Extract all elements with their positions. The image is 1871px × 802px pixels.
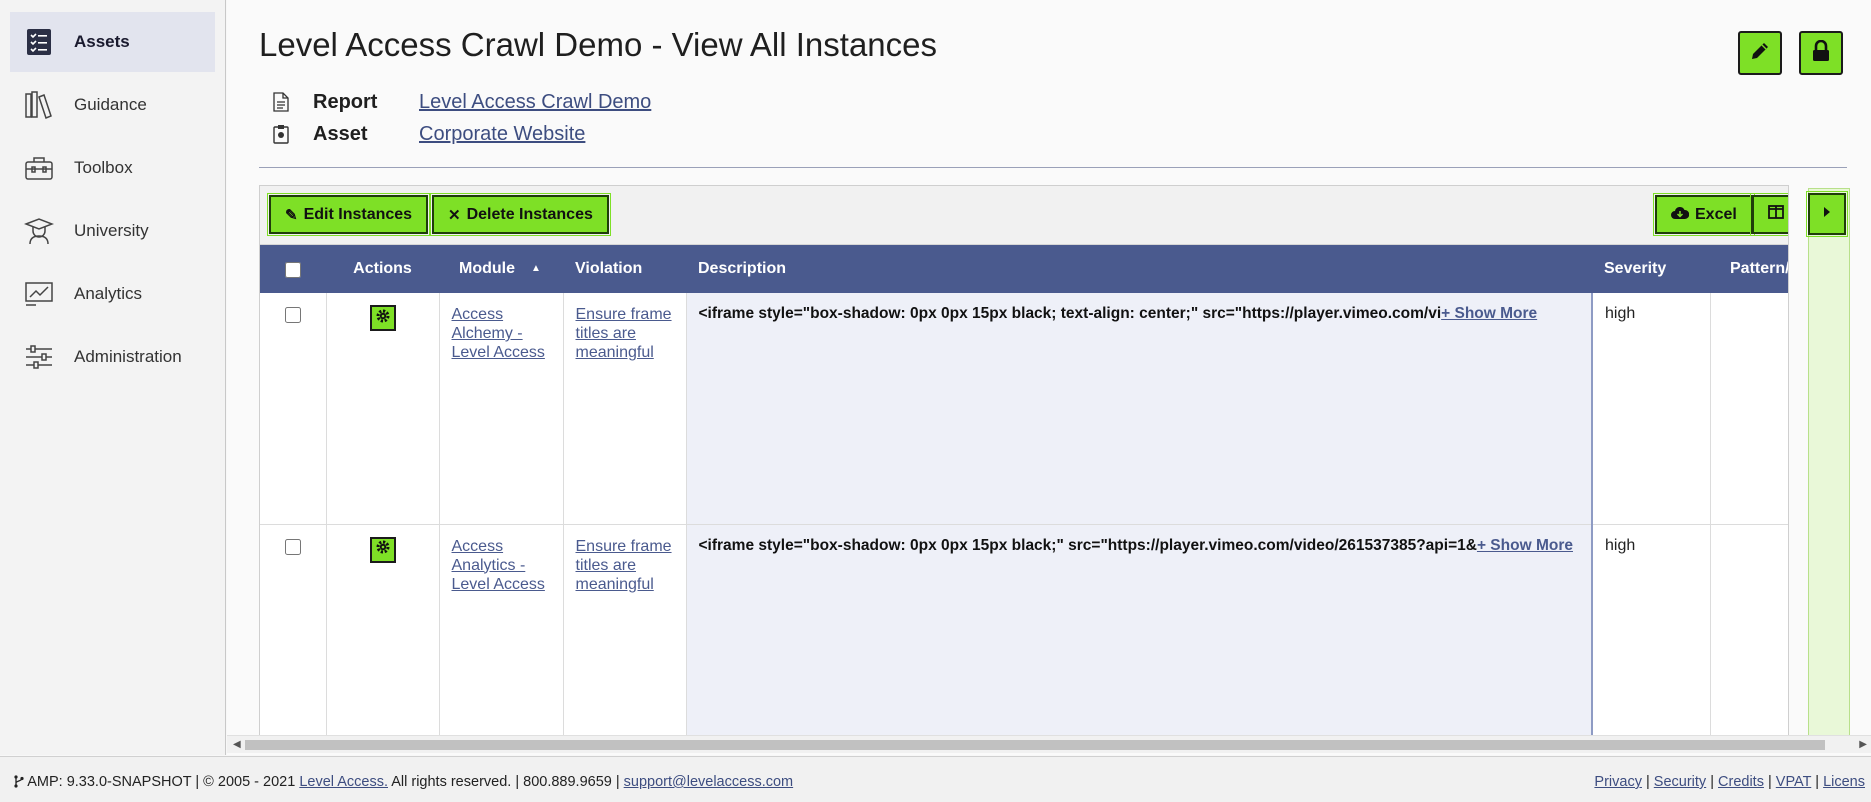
graduate-icon [24,216,54,246]
row-checkbox[interactable] [284,538,301,555]
edit-instances-button[interactable]: ✎ Edit Instances [266,193,431,236]
footer-link-privacy[interactable]: Privacy [1594,774,1642,790]
row-actions-button[interactable] [369,536,396,563]
column-header-description[interactable]: Description [686,245,1592,293]
sliders-icon [24,342,54,372]
columns-toggle-button[interactable] [1750,193,1788,236]
edit-report-button[interactable] [1738,31,1782,75]
module-link[interactable]: Access Alchemy - Level Access [452,306,545,361]
description-cell: <iframe style="box-shadow: 0px 0px 15px … [686,524,1593,739]
sidebar-item-university[interactable]: University [10,201,215,261]
sidebar-item-label: Analytics [74,284,143,303]
footer-version: AMP: 9.33.0-SNAPSHOT | © 2005 - 2021 [27,774,300,790]
footer: AMP: 9.33.0-SNAPSHOT | © 2005 - 2021 Lev… [0,756,1871,802]
sidebar-item-guidance[interactable]: Guidance [10,75,215,135]
footer-company-link[interactable]: Level Access. [299,774,388,790]
page-title: Level Access Crawl Demo - View All Insta… [259,26,937,63]
footer-link-vpat[interactable]: VPAT [1776,774,1811,790]
violation-link[interactable]: Ensure frame titles are meaningful [576,306,672,361]
sidebar-item-label: Assets [74,32,130,51]
table-row: Access Analytics - Level Access Ensure f… [260,524,1788,739]
row-actions-button[interactable] [369,305,396,331]
analytics-icon [24,279,54,309]
sidebar-item-administration[interactable]: Administration [10,327,215,387]
pattern-cell [1710,524,1788,739]
row-checkbox[interactable] [284,307,301,323]
pattern-cell [1710,293,1788,525]
sidebar-item-label: Administration [74,347,182,366]
module-link[interactable]: Access Analytics - Level Access [452,538,545,593]
column-header-severity[interactable]: Severity [1592,245,1710,293]
instances-table-panel: ✎ Edit Instances ✕ Delete Instances Exce… [259,185,1789,740]
severity-cell: high [1592,524,1711,739]
footer-left: AMP: 9.33.0-SNAPSHOT | © 2005 - 2021 Lev… [14,774,793,790]
branch-icon [14,774,27,790]
asset-label: Asset [313,122,368,145]
column-header-violation[interactable]: Violation [563,245,686,293]
scroll-right-icon[interactable]: ▶ [1859,739,1867,750]
footer-link-license[interactable]: Licens [1823,774,1865,790]
sidebar: Assets Guidance Toolbox University Analy… [0,0,226,755]
table-row: Access Alchemy - Level Access Ensure fra… [260,293,1788,525]
footer-links: Privacy | Security | Credits | VPAT | Li… [1594,774,1865,790]
sidebar-item-analytics[interactable]: Analytics [10,264,215,324]
lock-icon [1811,39,1831,67]
footer-rights: All rights reserved. | 800.889.9659 | [388,774,624,790]
columns-icon [1768,205,1784,224]
side-panel-strip [1808,188,1850,736]
footer-email-link[interactable]: support@levelaccess.com [624,774,793,790]
severity-cell: high [1592,293,1711,525]
gear-icon [375,308,391,329]
close-icon: ✕ [448,206,461,224]
show-more-link[interactable]: + Show More [1441,305,1537,322]
footer-link-security[interactable]: Security [1654,774,1706,790]
sidebar-item-label: Toolbox [74,158,133,177]
sidebar-item-toolbox[interactable]: Toolbox [10,138,215,198]
scrollbar-thumb[interactable] [245,740,1825,750]
show-more-link[interactable]: + Show More [1477,537,1573,554]
sidebar-item-label: University [74,221,149,240]
select-all-cell [260,245,326,293]
column-header-pattern[interactable]: Pattern/( [1710,245,1788,293]
document-icon [273,91,291,113]
asset-link[interactable]: Corporate Website [419,123,585,146]
checklist-icon [24,27,54,57]
column-header-actions: Actions [353,260,412,277]
column-header-module[interactable]: Module ▲ [439,245,563,293]
delete-instances-button[interactable]: ✕ Delete Instances [430,193,611,236]
report-meta: Report Level Access Crawl Demo Asset Cor… [273,86,651,150]
horizontal-scrollbar[interactable]: ◀ ▶ [227,735,1871,753]
cloud-download-icon [1671,206,1690,224]
report-link[interactable]: Level Access Crawl Demo [419,91,651,114]
header-divider [259,167,1847,168]
expand-side-panel-button[interactable] [1806,191,1848,237]
gear-icon [375,539,391,560]
sidebar-item-label: Guidance [74,95,147,114]
excel-export-button[interactable]: Excel [1653,193,1755,236]
table-header-row: Actions Module ▲ Violation Description Se… [260,245,1788,293]
select-all-checkbox[interactable] [285,262,301,278]
caret-right-icon [1822,205,1832,223]
table-toolbar: ✎ Edit Instances ✕ Delete Instances Exce… [260,186,1788,245]
sort-asc-icon: ▲ [531,263,541,274]
pencil-icon: ✎ [285,206,298,224]
instances-table: Actions Module ▲ Violation Description Se… [260,245,1788,739]
footer-link-credits[interactable]: Credits [1718,774,1764,790]
lock-button[interactable] [1799,31,1843,75]
books-icon [24,90,54,120]
violation-link[interactable]: Ensure frame titles are meaningful [576,538,672,593]
main-content: Level Access Crawl Demo - View All Insta… [227,0,1871,755]
report-label: Report [313,90,378,113]
scroll-left-icon[interactable]: ◀ [233,739,241,750]
clipboard-icon [273,123,291,145]
pencil-icon [1749,40,1771,67]
description-cell: <iframe style="box-shadow: 0px 0px 15px … [686,293,1593,525]
description-text: <iframe style="box-shadow: 0px 0px 15px … [698,305,1442,322]
toolbox-icon [24,153,54,183]
description-text: <iframe style="box-shadow: 0px 0px 15px … [698,536,1477,554]
sidebar-item-assets[interactable]: Assets [10,12,215,72]
